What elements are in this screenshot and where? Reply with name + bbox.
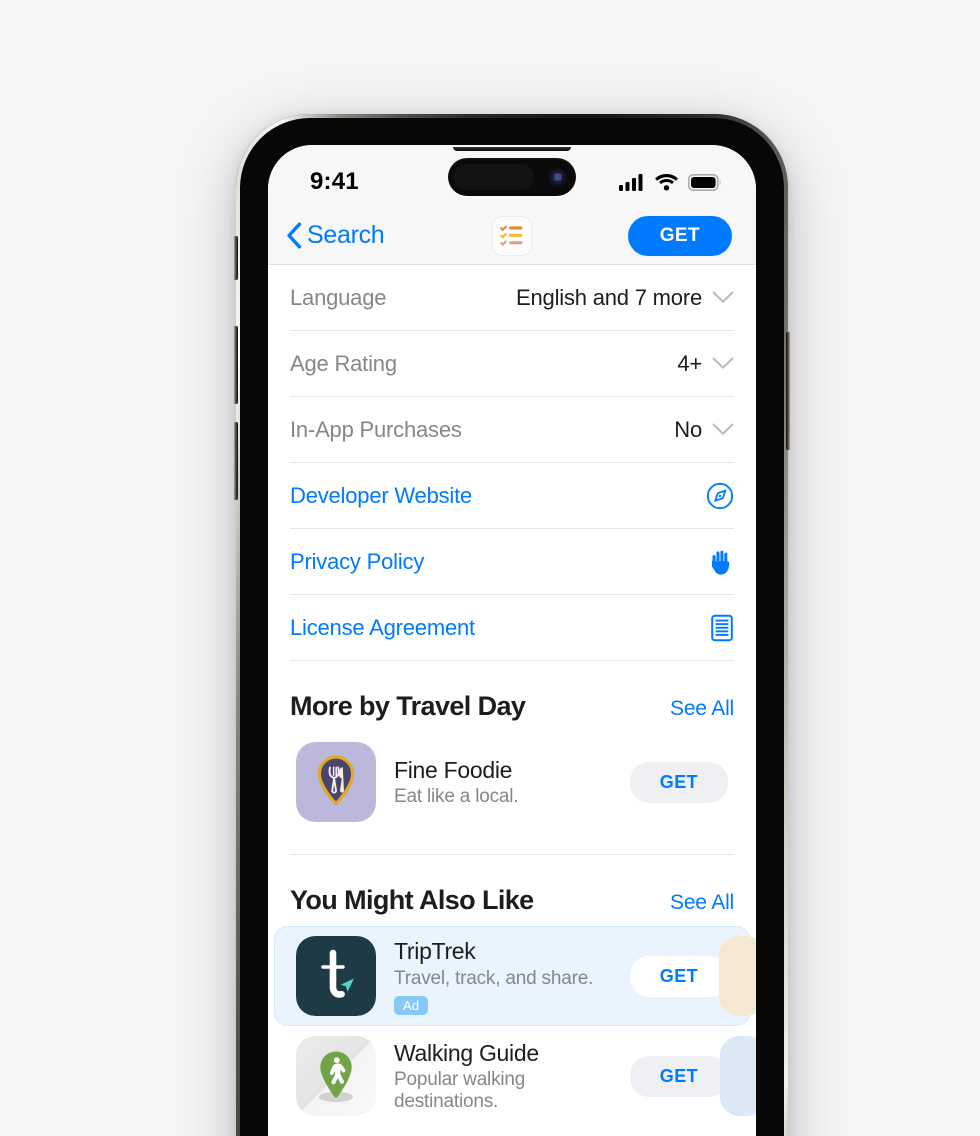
chevron-down-icon [712,357,734,370]
navigation-bar: Search GET [268,207,756,265]
app-information-list: Language English and 7 more Age Rating 4… [268,265,756,661]
front-camera-icon [548,167,567,187]
info-row-in-app-purchases[interactable]: In-App Purchases No [290,397,734,463]
peek-card-cream[interactable] [719,936,756,1016]
link-label: Privacy Policy [290,548,425,574]
chevron-left-icon [286,222,302,249]
info-value: No [674,416,702,442]
cellular-signal-icon [619,173,645,191]
info-label: Language [290,284,387,310]
ad-badge: Ad [394,995,429,1015]
app-row-fine-foodie[interactable]: Fine Foodie Eat like a local. GET [274,732,750,832]
app-subtitle: Popular walking destinations. [394,1069,526,1113]
action-button[interactable] [233,236,238,280]
app-meta: Fine Foodie Eat like a local. [394,756,612,809]
dynamic-island-pill [454,164,534,190]
dynamic-island [448,158,576,196]
link-row-developer-website[interactable]: Developer Website [290,463,734,529]
see-all-link[interactable]: See All [670,891,734,915]
app-row-walking-guide[interactable]: Walking Guide Popular walking destinatio… [274,1026,756,1126]
battery-icon [688,173,722,191]
app-meta: TripTrek Travel, track, and share. Ad [394,937,612,1015]
earpiece-speaker [453,147,571,151]
section-title: You Might Also Like [290,885,534,915]
info-value-group: 4+ [677,351,734,377]
phone-screen: 9:41 Search GET Language English and 7 m… [268,145,756,1136]
app-meta: Walking Guide Popular walking destinatio… [394,1039,612,1114]
peek-card-blue[interactable] [720,1036,756,1116]
iphone-device-frame: 9:41 Search GET Language English and 7 m… [233,114,791,1136]
chevron-down-icon [712,291,734,304]
see-all-link[interactable]: See All [670,697,734,721]
info-value-group: No [674,417,734,443]
info-label: In-App Purchases [290,416,462,442]
volume-down-button[interactable] [233,422,238,500]
screenshot-stage: 9:41 Search GET Language English and 7 m… [0,0,980,1136]
compass-icon [706,482,734,510]
document-icon [710,614,734,642]
checklist-app-icon [492,215,532,256]
get-app-button[interactable]: GET [627,215,732,256]
info-value: 4+ [677,350,702,376]
section-header-you-might-also-like: You Might Also Like See All [268,855,756,926]
link-label: Developer Website [290,482,473,508]
status-bar-icons [619,161,722,191]
walking-guide-app-icon [296,1036,376,1116]
chevron-down-icon [712,423,734,436]
info-row-language[interactable]: Language English and 7 more [290,265,734,331]
power-button[interactable] [786,332,791,450]
status-bar-time: 9:41 [310,168,359,195]
app-subtitle: Eat like a local. [394,786,519,808]
triptrek-app-icon [296,936,376,1016]
info-row-age-rating[interactable]: Age Rating 4+ [290,331,734,397]
info-value-group: English and 7 more [516,285,734,311]
raised-hand-icon [708,548,734,576]
info-value: English and 7 more [516,284,702,310]
app-name: Fine Foodie [394,756,513,783]
app-subtitle: Travel, track, and share. [394,967,594,989]
link-row-license-agreement[interactable]: License Agreement [290,595,734,661]
link-label: License Agreement [290,614,475,640]
app-row-triptrek[interactable]: TripTrek Travel, track, and share. Ad GE… [274,926,756,1026]
info-label: Age Rating [290,350,397,376]
wifi-icon [654,173,679,191]
get-button[interactable]: GET [629,1055,728,1097]
section-header-more-by-developer: More by Travel Day See All [268,661,756,732]
app-name: Walking Guide [394,1039,539,1066]
app-detail-content: Language English and 7 more Age Rating 4… [268,265,756,1136]
get-button[interactable]: GET [629,761,728,803]
fine-foodie-app-icon [296,742,376,822]
link-row-privacy-policy[interactable]: Privacy Policy [290,529,734,595]
get-button[interactable]: GET [629,955,728,997]
app-name: TripTrek [394,938,476,965]
status-bar: 9:41 [268,145,756,207]
back-button-label: Search [307,221,385,249]
section-title: More by Travel Day [290,691,526,721]
back-to-search-button[interactable]: Search [286,221,385,250]
volume-up-button[interactable] [233,326,238,404]
